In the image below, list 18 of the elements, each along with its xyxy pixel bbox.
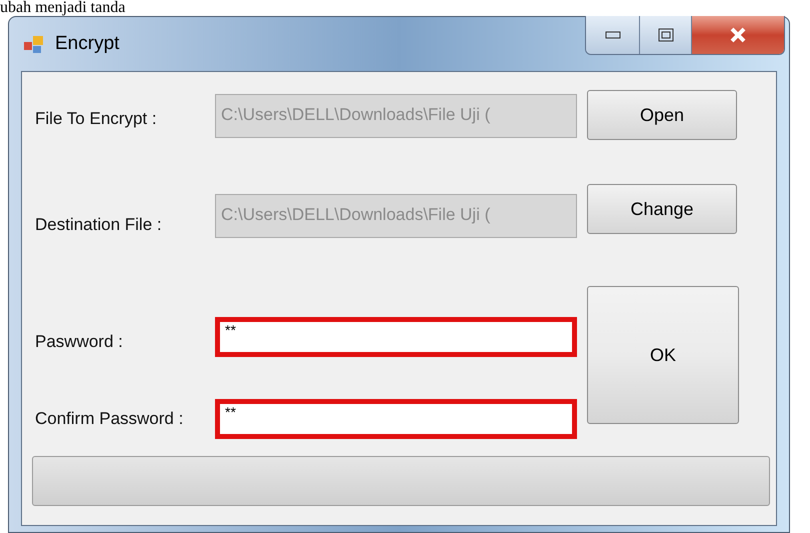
- app-icon: [23, 33, 45, 55]
- close-icon: [729, 27, 747, 43]
- field-label: Destination File :: [35, 214, 163, 236]
- field-label: File To Encrypt :: [35, 108, 158, 130]
- maximize-icon: [658, 28, 674, 42]
- field-label: Paswword :: [35, 331, 124, 354]
- maximize-button[interactable]: [640, 16, 692, 54]
- input-field[interactable]: **: [215, 399, 577, 439]
- close-button[interactable]: [692, 16, 784, 54]
- window-title: Encrypt: [55, 32, 120, 56]
- input-field[interactable]: **: [215, 317, 577, 357]
- action-button[interactable]: Change: [587, 184, 737, 234]
- minimize-icon: [604, 31, 620, 39]
- minimize-button[interactable]: [586, 16, 640, 54]
- action-button[interactable]: Open: [587, 90, 737, 140]
- caption-text: ubah menjadi tanda: [0, 0, 126, 16]
- ok-button[interactable]: OK: [587, 286, 739, 424]
- field-label: Confirm Password :: [35, 408, 184, 430]
